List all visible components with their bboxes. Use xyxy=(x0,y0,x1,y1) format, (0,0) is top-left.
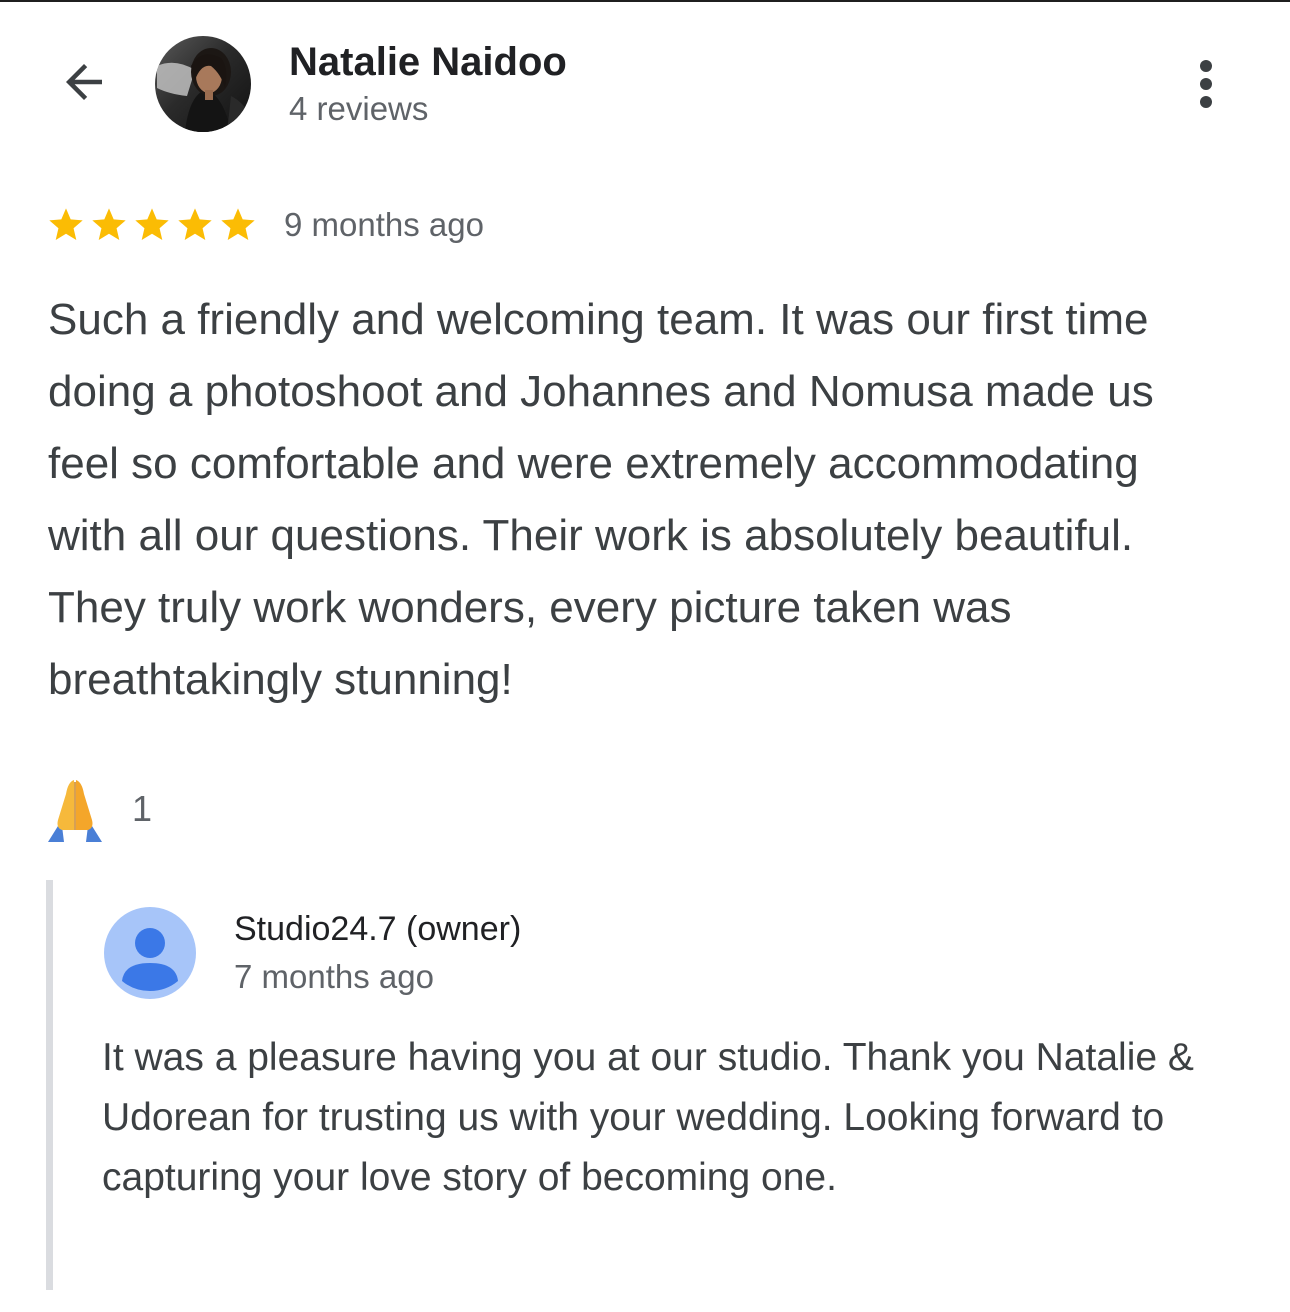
star-icon xyxy=(49,208,83,240)
back-button[interactable] xyxy=(52,50,116,114)
star-icon xyxy=(178,208,212,240)
review-text: Such a friendly and welcoming team. It w… xyxy=(48,295,1154,704)
reviewer-avatar[interactable] xyxy=(155,36,251,132)
star-icon xyxy=(135,208,169,240)
rating-row: 9 months ago xyxy=(46,200,484,250)
reviewer-name[interactable]: Natalie Naidoo xyxy=(289,40,567,85)
reviewer-photo xyxy=(155,36,251,132)
star-rating xyxy=(46,205,258,245)
more-vert-icon xyxy=(1200,60,1212,108)
reaction-count: 1 xyxy=(132,788,153,829)
top-divider xyxy=(0,0,1290,2)
reaction-button[interactable]: 1 xyxy=(40,774,152,844)
reply-indent-bar xyxy=(46,880,53,1290)
arrow-left-icon xyxy=(66,64,102,100)
more-options-button[interactable] xyxy=(1180,52,1232,116)
owner-avatar xyxy=(104,907,196,999)
default-person-avatar-icon xyxy=(104,907,196,999)
star-icon xyxy=(92,208,126,240)
review-count: 4 reviews xyxy=(289,90,429,127)
star-icon xyxy=(221,208,255,240)
review-date: 9 months ago xyxy=(284,206,484,243)
owner-reply-date: 7 months ago xyxy=(234,958,434,995)
owner-reply-text: It was a pleasure having you at our stud… xyxy=(102,1036,1194,1199)
folded-hands-emoji xyxy=(48,780,102,842)
owner-name: Studio24.7 (owner) xyxy=(234,910,522,948)
